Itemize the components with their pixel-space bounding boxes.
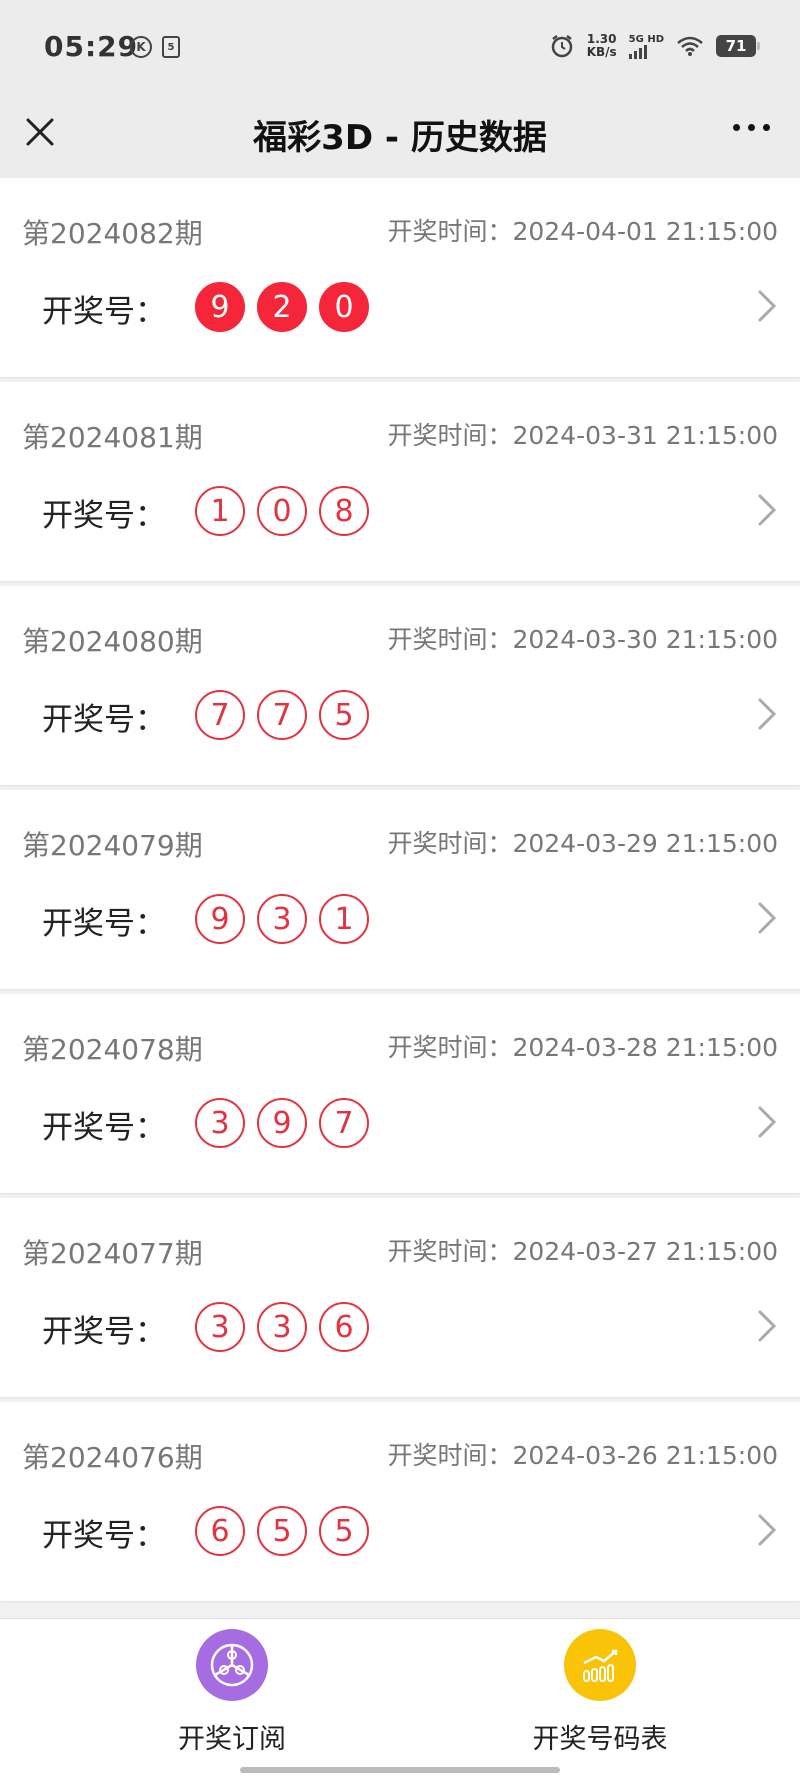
chevron-right-icon[interactable]	[756, 288, 778, 324]
chevron-right-icon[interactable]	[756, 492, 778, 528]
net-type: 5G HD	[628, 33, 664, 45]
chart-icon	[564, 1629, 636, 1701]
draw-card[interactable]: 第2024082期 开奖时间：2024-04-01 21:15:00 开奖号： 9 2 0	[0, 178, 800, 377]
number-ball: 5	[319, 690, 369, 740]
page-title: 福彩3D - 历史数据	[253, 118, 547, 158]
winning-numbers: 108	[195, 486, 369, 536]
number-ball: 3	[195, 1302, 245, 1352]
number-ball: 6	[195, 1506, 245, 1556]
draw-time: 开奖时间：2024-04-01 21:15:00	[387, 217, 778, 246]
status-time: 05:29	[44, 30, 139, 63]
number-ball: 3	[257, 1302, 307, 1352]
draw-card[interactable]: 第2024077期 开奖时间：2024-03-27 21:15:00 开奖号： 3 3 6	[0, 1198, 800, 1397]
number-ball: 9	[195, 282, 245, 332]
winning-numbers-label: 开奖号：	[42, 294, 166, 330]
status-bar: 05:29 K 5 1.30 KB/s 5G HD 71	[0, 0, 800, 100]
winning-numbers-label: 开奖号：	[42, 906, 166, 942]
winning-numbers: 775	[195, 690, 369, 740]
tab-subscribe-label: 开奖订阅	[178, 1724, 286, 1755]
bottom-tab-bar: 开奖订阅 开奖号码表	[0, 1618, 800, 1778]
draw-card[interactable]: 第2024078期 开奖时间：2024-03-28 21:15:00 开奖号： 3 9 7	[0, 994, 800, 1193]
draw-card[interactable]: 第2024081期 开奖时间：2024-03-31 21:15:00 开奖号： 1 0 8	[0, 382, 800, 581]
draw-history-list[interactable]: 第2024082期 开奖时间：2024-04-01 21:15:00 开奖号： 9 2 0…	[0, 178, 800, 1618]
status-notification-icons: K 5	[130, 36, 180, 58]
winning-numbers-label: 开奖号：	[42, 702, 166, 738]
number-ball: 3	[195, 1098, 245, 1148]
draw-time: 开奖时间：2024-03-27 21:15:00	[387, 1237, 778, 1266]
draw-time: 开奖时间：2024-03-26 21:15:00	[387, 1441, 778, 1470]
number-ball: 7	[319, 1098, 369, 1148]
draw-issue: 第2024077期	[22, 1237, 203, 1270]
chevron-right-icon[interactable]	[756, 1308, 778, 1344]
winning-numbers-label: 开奖号：	[42, 1314, 166, 1350]
draw-time: 开奖时间：2024-03-29 21:15:00	[387, 829, 778, 858]
status-right-icons: 1.30 KB/s 5G HD 71	[549, 33, 760, 59]
more-icon[interactable]	[733, 124, 770, 131]
winning-numbers-label: 开奖号：	[42, 1518, 166, 1554]
chevron-right-icon[interactable]	[756, 900, 778, 936]
home-indicator[interactable]	[240, 1767, 560, 1773]
draw-issue: 第2024080期	[22, 625, 203, 658]
sim-icon: 5	[162, 36, 180, 58]
signal-icon	[628, 44, 647, 59]
tab-number-chart-label: 开奖号码表	[532, 1724, 668, 1755]
winning-numbers-label: 开奖号：	[42, 498, 166, 534]
alarm-icon	[551, 35, 572, 58]
wifi-icon	[677, 36, 703, 56]
winning-numbers: 920	[195, 282, 369, 332]
cellular-indicator: 5G HD	[628, 33, 664, 59]
draw-issue: 第2024076期	[22, 1441, 203, 1474]
chevron-right-icon[interactable]	[756, 1104, 778, 1140]
winning-numbers: 336	[195, 1302, 369, 1352]
k-app-icon: K	[130, 36, 152, 58]
tab-subscribe[interactable]: 开奖订阅	[132, 1629, 332, 1756]
draw-issue: 第2024078期	[22, 1033, 203, 1066]
number-ball: 9	[257, 1098, 307, 1148]
number-ball: 3	[257, 894, 307, 944]
number-ball: 5	[319, 1506, 369, 1556]
draw-card[interactable]: 第2024079期 开奖时间：2024-03-29 21:15:00 开奖号： 9 3 1	[0, 790, 800, 989]
battery-icon: 71	[716, 35, 760, 57]
subscribe-icon	[196, 1629, 268, 1701]
net-speed-unit: KB/s	[586, 45, 617, 59]
tab-number-chart[interactable]: 开奖号码表	[500, 1629, 700, 1756]
draw-time: 开奖时间：2024-03-28 21:15:00	[387, 1033, 778, 1062]
draw-issue: 第2024081期	[22, 421, 203, 454]
draw-issue: 第2024079期	[22, 829, 203, 862]
winning-numbers-label: 开奖号：	[42, 1110, 166, 1146]
number-ball: 2	[257, 282, 307, 332]
number-ball: 6	[319, 1302, 369, 1352]
nav-bar: 福彩3D - 历史数据	[0, 100, 800, 178]
number-ball: 1	[319, 894, 369, 944]
number-ball: 1	[195, 486, 245, 536]
net-speed: 1.30 KB/s	[587, 33, 617, 59]
number-ball: 8	[319, 486, 369, 536]
number-ball: 9	[195, 894, 245, 944]
draw-card[interactable]: 第2024076期 开奖时间：2024-03-26 21:15:00 开奖号： 6 5 5	[0, 1402, 800, 1601]
draw-time: 开奖时间：2024-03-30 21:15:00	[387, 625, 778, 654]
number-ball: 0	[319, 282, 369, 332]
number-ball: 0	[257, 486, 307, 536]
number-ball: 7	[257, 690, 307, 740]
draw-time: 开奖时间：2024-03-31 21:15:00	[387, 421, 778, 450]
winning-numbers: 397	[195, 1098, 369, 1148]
number-ball: 5	[257, 1506, 307, 1556]
winning-numbers: 655	[195, 1506, 369, 1556]
number-ball: 7	[195, 690, 245, 740]
chevron-right-icon[interactable]	[756, 1512, 778, 1548]
chevron-right-icon[interactable]	[756, 696, 778, 732]
draw-issue: 第2024082期	[22, 217, 203, 250]
draw-card[interactable]: 第2024080期 开奖时间：2024-03-30 21:15:00 开奖号： 7 7 5	[0, 586, 800, 785]
winning-numbers: 931	[195, 894, 369, 944]
